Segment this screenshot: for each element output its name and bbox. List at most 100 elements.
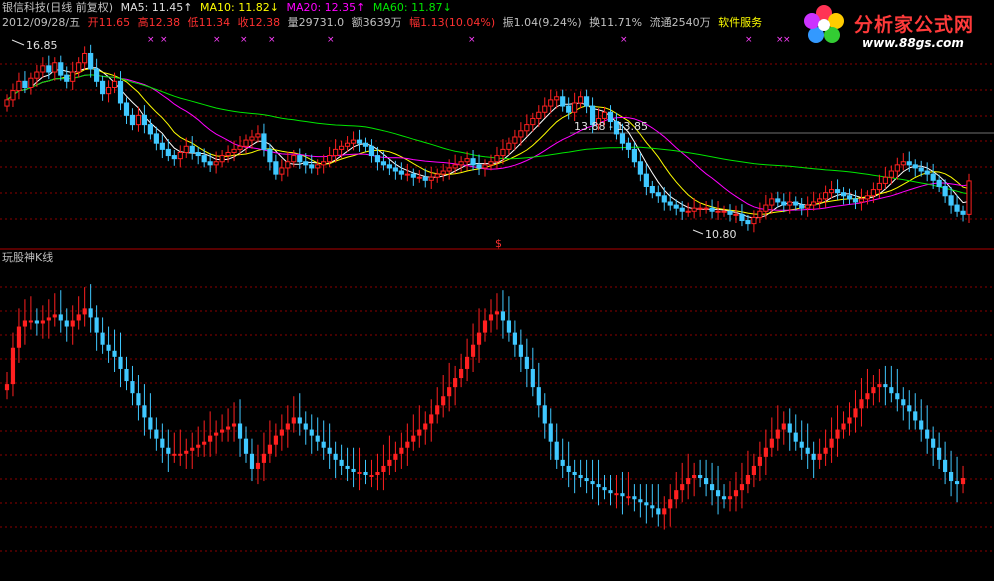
indicator-candle-body: [16, 326, 22, 348]
price-candle-body: [691, 207, 697, 212]
indicator-candle-body: [148, 417, 153, 430]
indicator-candle-body: [715, 490, 721, 497]
high-price-pointer: [11, 39, 25, 46]
ma60-label: MA60: 11.87↓: [372, 1, 452, 14]
price-candle-body: [333, 148, 339, 157]
indicator-candle-body: [476, 332, 482, 345]
indicator-candle-body: [919, 420, 924, 430]
price-candle-body: [356, 139, 363, 144]
indicator-candle-body: [829, 438, 834, 448]
chart-window: 16.85 10.80 13.88 - 13.85 $ × × × × × × × × × × × 银信科技…: [0, 0, 994, 581]
indicator-candle-body: [261, 453, 267, 463]
price-candle-body: [637, 161, 643, 175]
price-candle-body: [309, 164, 315, 169]
price-candle-body: [153, 133, 159, 144]
indicator-candle-body: [614, 493, 619, 496]
price-candle-body: [321, 161, 327, 166]
indicator-candle-body: [291, 417, 296, 424]
price-candle-body: [834, 189, 841, 194]
price-candle-body: [512, 136, 518, 144]
price-candle-body: [548, 99, 554, 107]
price-candle-body: [129, 114, 136, 126]
indicator-candle-body: [709, 484, 715, 491]
indicator-candle-body: [321, 441, 326, 448]
indicator-candle-body: [811, 453, 816, 460]
indicator-candle-body: [769, 438, 774, 448]
event-marker-icon: ×: [147, 35, 155, 45]
price-candle-body: [619, 133, 626, 144]
watermark-logo: 分析家公式网 www.88gs.com: [796, 2, 994, 52]
float-label: 流通2540万: [649, 16, 711, 29]
price-candle-body: [100, 80, 106, 95]
price-candle-body: [858, 198, 865, 203]
price-candle-body: [52, 62, 58, 73]
indicator-candle-body: [757, 456, 762, 466]
price-candle-body: [918, 167, 924, 172]
indicator-candle-body: [578, 475, 583, 479]
price-candle-body: [542, 105, 548, 113]
price-candle-body: [930, 173, 936, 181]
price-candle-body: [368, 145, 375, 157]
indicator-candle-body: [40, 320, 45, 324]
chart-canvas: 16.8510.8013.88 - 13.85$× × × × × × × × × × ×: [0, 35, 994, 552]
indicator-candle-body: [345, 465, 350, 469]
indicator-candle-body: [871, 387, 876, 394]
price-candle-body: [840, 192, 847, 197]
indicator-candle-body: [704, 478, 709, 485]
price-candle-body: [94, 68, 100, 82]
price-candle-body: [285, 161, 291, 169]
price-candle-body: [267, 148, 273, 163]
event-marker-icon: ×: [327, 35, 335, 45]
price-candle-body: [948, 195, 954, 206]
price-candle-body: [135, 114, 142, 126]
price-candle-body: [661, 195, 667, 203]
indicator-candle-body: [596, 484, 601, 488]
price-candle-body: [64, 74, 70, 82]
price-candle-body: [34, 71, 40, 79]
indicator-candle-body: [453, 378, 458, 388]
price-candle-body: [177, 151, 183, 160]
price-candle-body: [536, 111, 542, 119]
price-candle-body: [243, 139, 249, 147]
price-candle-body: [625, 142, 632, 150]
indicator-candle-body: [805, 447, 810, 454]
indicator-candle-body: [948, 471, 954, 482]
price-candle-body: [344, 142, 351, 147]
indicator-candle-body: [674, 490, 679, 500]
price-candle-body: [942, 186, 948, 197]
price-candle-body: [165, 148, 171, 157]
price-candle-body: [900, 161, 906, 166]
indicator-candle-body: [166, 447, 171, 454]
indicator-candle-body: [464, 356, 470, 369]
price-candle-body: [763, 204, 769, 212]
indicator-candle-body: [650, 505, 655, 509]
indicator-candle-body: [381, 465, 386, 472]
indicator-candle-body: [309, 429, 314, 436]
price-candle-body: [775, 198, 781, 203]
indicator-candle-body: [46, 317, 51, 321]
header-line-1: 银信科技(日线 前复权) MA5: 11.45↑ MA10: 11.82↓ MA…: [2, 1, 456, 15]
indicator-candle-body: [913, 411, 918, 421]
price-candle-body: [297, 155, 303, 163]
indicator-candle-body: [632, 496, 637, 500]
indicator-candle-body: [172, 453, 177, 456]
ma10-label: MA10: 11.82↓: [200, 1, 279, 14]
price-candle-body: [518, 130, 524, 138]
indicator-candle-body: [393, 453, 398, 460]
indicator-candle-body: [943, 459, 948, 472]
price-candle-body: [434, 173, 440, 178]
indicator-candle-body: [249, 453, 255, 469]
indicator-candle-body: [58, 314, 63, 321]
indicator-candle-body: [231, 423, 237, 427]
indicator-candle-body: [76, 314, 81, 321]
indicator-candle-body: [733, 490, 739, 497]
indicator-candle-body: [411, 435, 416, 442]
price-candle-body: [111, 80, 118, 88]
price-candle-body: [303, 161, 309, 166]
price-candle-body: [530, 117, 536, 126]
price-candle-body: [769, 198, 775, 206]
indicator-candle-body: [375, 471, 380, 476]
signal-marker: $: [495, 237, 502, 250]
indicator-candle-body: [954, 481, 960, 485]
indicator-candle-body: [160, 438, 165, 448]
